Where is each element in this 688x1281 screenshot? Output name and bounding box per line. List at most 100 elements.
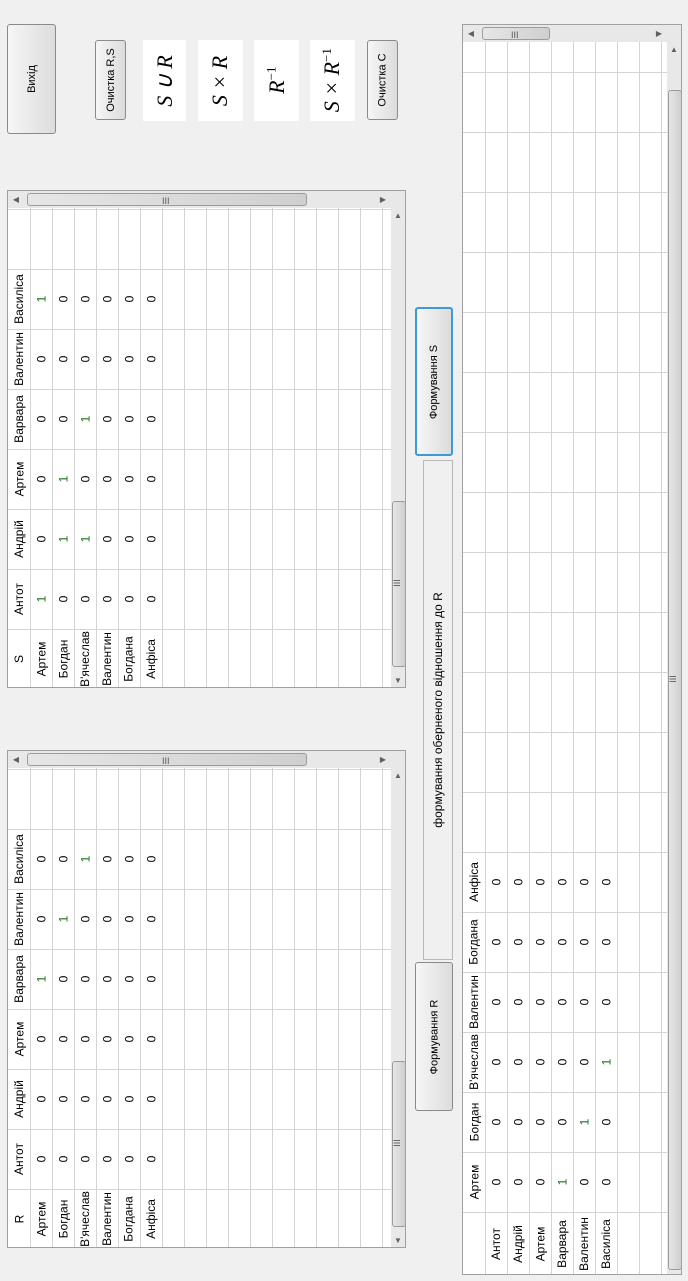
table-cell[interactable]: 0	[507, 972, 529, 1032]
table-cell[interactable]: 0	[485, 1152, 507, 1212]
table-r[interactable]: R Антот Андрій Артем Варвара Валентин Василіса…	[7, 750, 406, 1248]
table-cell[interactable]: 0	[573, 1032, 595, 1092]
table-cell[interactable]: 0	[140, 329, 162, 389]
table-cell[interactable]: 0	[96, 889, 118, 949]
table-cell[interactable]: 0	[118, 889, 140, 949]
table-cell[interactable]: 0	[507, 1032, 529, 1092]
table-cell[interactable]: 0	[140, 569, 162, 629]
table-cell[interactable]: 0	[140, 889, 162, 949]
table-cell[interactable]: 0	[30, 889, 52, 949]
table-cell[interactable]: 0	[74, 1069, 96, 1129]
table-cell[interactable]: 0	[74, 329, 96, 389]
table-cell[interactable]: 0	[52, 829, 74, 889]
scroll-left-arrow[interactable]: ◀	[10, 754, 22, 766]
table-cell[interactable]: 0	[74, 1129, 96, 1189]
table-cell[interactable]: 0	[485, 1092, 507, 1152]
table-cell[interactable]: 0	[74, 1009, 96, 1069]
product-formula[interactable]: S × R	[198, 40, 243, 121]
table-cell[interactable]: 0	[595, 852, 617, 912]
table-cell[interactable]: 0	[96, 949, 118, 1009]
table-cell[interactable]: 0	[118, 1069, 140, 1129]
product-inverse-formula[interactable]: S × R−1	[310, 40, 355, 121]
table-cell[interactable]: 0	[507, 912, 529, 972]
table-cell[interactable]: 0	[573, 852, 595, 912]
table-cell[interactable]: 0	[118, 509, 140, 569]
scroll-left-arrow[interactable]: ◀	[465, 28, 477, 40]
table-cell[interactable]: 0	[140, 829, 162, 889]
table-cell[interactable]: 0	[96, 569, 118, 629]
table-cell[interactable]: 0	[30, 329, 52, 389]
scroll-right-arrow[interactable]: ▶	[377, 754, 389, 766]
table-cell[interactable]: 0	[118, 1009, 140, 1069]
table-cell[interactable]: 0	[595, 1152, 617, 1212]
table-cell[interactable]: 1	[595, 1032, 617, 1092]
table-cell[interactable]: 0	[529, 972, 551, 1032]
horizontal-scroll-thumb[interactable]: III	[482, 27, 550, 40]
table-cell[interactable]: 0	[485, 852, 507, 912]
table-cell[interactable]: 0	[30, 449, 52, 509]
table-cell[interactable]: 0	[140, 1129, 162, 1189]
table-cell[interactable]: 0	[52, 949, 74, 1009]
table-cell[interactable]: 0	[118, 949, 140, 1009]
table-cell[interactable]: 0	[551, 852, 573, 912]
scroll-up-arrow[interactable]: ▲	[668, 44, 680, 56]
table-cell[interactable]: 0	[30, 829, 52, 889]
table-cell[interactable]: 0	[140, 509, 162, 569]
scroll-down-arrow[interactable]: ▼	[392, 675, 404, 687]
table-cell[interactable]: 0	[140, 1009, 162, 1069]
table-cell[interactable]: 0	[118, 389, 140, 449]
table-cell[interactable]: 0	[551, 1032, 573, 1092]
table-cell[interactable]: 0	[507, 1152, 529, 1212]
table-cell[interactable]: 0	[595, 1092, 617, 1152]
scroll-left-arrow[interactable]: ◀	[10, 194, 22, 206]
scroll-up-arrow[interactable]: ▲	[392, 770, 404, 782]
vertical-scroll-thumb[interactable]: III	[392, 1061, 405, 1227]
table-cell[interactable]: 0	[52, 1009, 74, 1069]
table-cell[interactable]: 1	[52, 449, 74, 509]
table-cell[interactable]: 0	[507, 1092, 529, 1152]
scroll-right-arrow[interactable]: ▶	[377, 194, 389, 206]
table-cell[interactable]: 0	[52, 569, 74, 629]
table-cell[interactable]: 0	[118, 269, 140, 329]
table-cell[interactable]: 1	[551, 1152, 573, 1212]
exit-button[interactable]: Вихід	[7, 24, 56, 134]
table-cell[interactable]: 0	[529, 1032, 551, 1092]
table-cell[interactable]: 0	[74, 449, 96, 509]
table-cell[interactable]: 0	[74, 949, 96, 1009]
table-cell[interactable]: 0	[96, 1069, 118, 1129]
union-formula[interactable]: S ∪ R	[143, 40, 186, 121]
table-cell[interactable]: 0	[30, 1069, 52, 1129]
table-cell[interactable]: 0	[74, 569, 96, 629]
table-cell[interactable]: 0	[140, 1069, 162, 1129]
table-s[interactable]: S Антот Андрій Артем Варвара Валентин Василіса…	[7, 190, 406, 688]
table-cell[interactable]: 1	[30, 949, 52, 1009]
table-cell[interactable]: 0	[96, 1009, 118, 1069]
table-cell[interactable]: 1	[30, 269, 52, 329]
scroll-up-arrow[interactable]: ▲	[392, 210, 404, 222]
horizontal-scroll-thumb[interactable]: III	[27, 753, 307, 766]
table-cell[interactable]: 0	[573, 912, 595, 972]
horizontal-scroll-thumb[interactable]: III	[27, 193, 307, 206]
form-r-button[interactable]: Формування R	[415, 962, 453, 1111]
form-s-button[interactable]: Формування S	[415, 307, 453, 456]
table-cell[interactable]: 0	[140, 269, 162, 329]
table-c[interactable]: Артем Богдан В'ячеслав Валентин Богдана Анфіс…	[462, 24, 682, 1275]
table-cell[interactable]: 0	[573, 972, 595, 1032]
table-cell[interactable]: 0	[52, 1129, 74, 1189]
table-cell[interactable]: 0	[96, 829, 118, 889]
table-cell[interactable]: 0	[529, 852, 551, 912]
table-cell[interactable]: 0	[485, 912, 507, 972]
table-cell[interactable]: 0	[52, 269, 74, 329]
vertical-scroll-thumb[interactable]: III	[392, 501, 405, 667]
table-cell[interactable]: 0	[573, 1152, 595, 1212]
table-cell[interactable]: 0	[118, 829, 140, 889]
scroll-down-arrow[interactable]: ▼	[392, 1235, 404, 1247]
table-cell[interactable]: 0	[74, 889, 96, 949]
table-cell[interactable]: 0	[529, 912, 551, 972]
scroll-right-arrow[interactable]: ▶	[653, 28, 665, 40]
table-cell[interactable]: 1	[573, 1092, 595, 1152]
table-cell[interactable]: 0	[30, 389, 52, 449]
table-cell[interactable]: 0	[30, 1009, 52, 1069]
table-cell[interactable]: 0	[52, 1069, 74, 1129]
table-cell[interactable]: 0	[140, 949, 162, 1009]
